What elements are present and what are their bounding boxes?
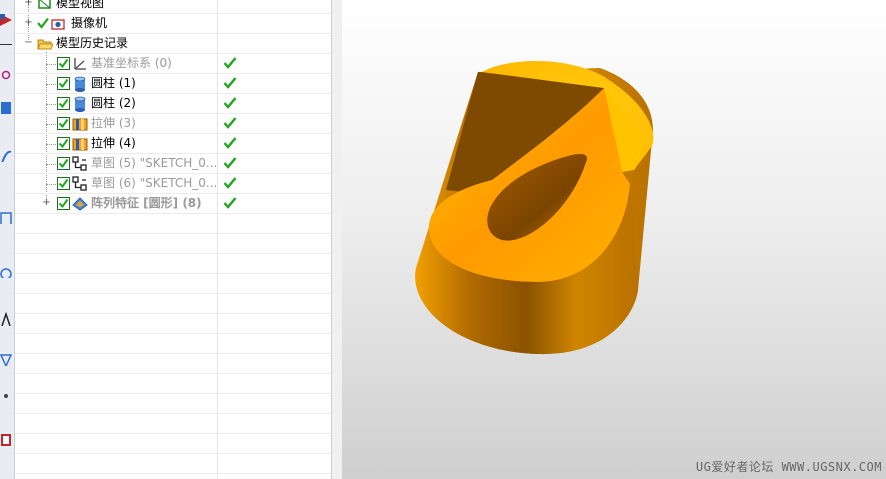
part-model[interactable] <box>342 0 886 479</box>
camera-icon <box>51 19 65 30</box>
visibility-checkbox[interactable] <box>57 77 70 90</box>
tree-row-extrude-3[interactable]: 拉伸 (3) <box>15 114 331 134</box>
empty-row <box>15 314 331 334</box>
extrude-icon <box>72 138 88 151</box>
expand-icon[interactable]: + <box>24 18 33 28</box>
sketch-icon <box>72 156 87 171</box>
empty-row <box>15 394 331 414</box>
visibility-checkbox[interactable] <box>57 97 70 110</box>
pattern-feature-icon <box>72 197 88 211</box>
tree-label: 圆柱 (2) <box>91 96 136 110</box>
tree-row-model-views[interactable]: + 模型视图 <box>15 0 331 14</box>
empty-row <box>15 374 331 394</box>
tree-label: 圆柱 (1) <box>91 76 136 90</box>
visibility-checkbox[interactable] <box>57 197 70 210</box>
tree-row-sketch-5[interactable]: 草图 (5) "SKETCH_0... <box>15 154 331 174</box>
green-check-icon <box>223 77 237 89</box>
tree-label: 拉伸 (4) <box>91 136 136 150</box>
cylinder-icon <box>74 96 86 112</box>
tree-row-cylinder-1[interactable]: 圆柱 (1) <box>15 74 331 94</box>
system-materials-icon[interactable] <box>0 352 12 366</box>
tree-label: 阵列特征 [圆形] (8) <box>91 196 202 210</box>
expand-icon[interactable]: + <box>42 198 51 208</box>
empty-row <box>15 354 331 374</box>
part-navigator: + 模型视图 + 摄像机 − 模型历史记录 基准坐标系 (0) 圆柱 (1) 圆… <box>15 0 331 479</box>
reuse-library-icon[interactable] <box>0 100 12 114</box>
constraint-navigator-icon[interactable] <box>0 40 12 54</box>
green-check-icon <box>223 157 237 169</box>
resource-bar <box>0 0 15 479</box>
tree-row-sketch-6[interactable]: 草图 (6) "SKETCH_0... <box>15 174 331 194</box>
green-check-icon <box>37 17 49 29</box>
process-studio-icon[interactable] <box>0 264 12 278</box>
cylinder-icon <box>74 76 86 92</box>
visibility-checkbox[interactable] <box>57 157 70 170</box>
tree-label: 草图 (6) "SKETCH_0... <box>91 176 218 190</box>
green-check-icon <box>223 117 237 129</box>
green-check-icon <box>223 57 237 69</box>
tree-label: 模型视图 <box>56 0 105 10</box>
empty-row <box>15 254 331 274</box>
collapse-icon[interactable]: − <box>24 38 33 48</box>
history-icon[interactable] <box>0 210 12 224</box>
visibility-checkbox[interactable] <box>57 117 70 130</box>
tree-row-extrude-4[interactable]: 拉伸 (4) <box>15 134 331 154</box>
green-check-icon <box>223 177 237 189</box>
empty-row <box>15 414 331 434</box>
empty-row <box>15 294 331 314</box>
green-check-icon <box>223 97 237 109</box>
tree-row-datum-csys[interactable]: 基准坐标系 (0) <box>15 54 331 74</box>
empty-row <box>15 234 331 254</box>
model-views-icon <box>38 0 51 9</box>
tree-label: 基准坐标系 (0) <box>91 56 172 70</box>
tree-row-cameras[interactable]: + 摄像机 <box>15 14 331 34</box>
system-scenes-icon[interactable] <box>0 432 12 446</box>
sketch-icon <box>72 176 87 191</box>
extrude-icon <box>72 118 88 131</box>
empty-row <box>15 274 331 294</box>
green-check-icon <box>223 137 237 149</box>
tree-row-cylinder-2[interactable]: 圆柱 (2) <box>15 94 331 114</box>
watermark-text: UG爱好者论坛 WWW.UGSNX.COM <box>695 460 882 474</box>
empty-row <box>15 334 331 354</box>
folder-open-icon <box>37 39 53 50</box>
tree-label: 草图 (5) "SKETCH_0... <box>91 156 218 170</box>
visibility-checkbox[interactable] <box>57 137 70 150</box>
part-navigator-icon[interactable] <box>0 68 12 82</box>
expand-icon[interactable]: + <box>24 0 33 8</box>
graphics-window[interactable]: UG爱好者论坛 WWW.UGSNX.COM <box>342 0 886 479</box>
datum-csys-icon <box>74 58 86 70</box>
tree-label: 模型历史记录 <box>56 36 129 50</box>
navigator-scrollbar[interactable] <box>331 0 342 479</box>
tree-row-pattern-feature[interactable]: + 阵列特征 [圆形] (8) <box>15 194 331 214</box>
empty-row <box>15 214 331 234</box>
empty-row <box>15 434 331 454</box>
web-browser-icon[interactable] <box>0 148 12 162</box>
assembly-navigator-icon[interactable] <box>0 12 12 26</box>
visibility-checkbox[interactable] <box>57 177 70 190</box>
palette-icon[interactable] <box>0 388 12 402</box>
visibility-checkbox[interactable] <box>57 57 70 70</box>
tree-label: 拉伸 (3) <box>91 116 136 130</box>
empty-row <box>15 454 331 474</box>
tree-label: 摄像机 <box>71 16 108 30</box>
green-check-icon <box>223 197 237 209</box>
roles-icon[interactable] <box>0 312 12 326</box>
tree-row-model-history[interactable]: − 模型历史记录 <box>15 34 331 54</box>
